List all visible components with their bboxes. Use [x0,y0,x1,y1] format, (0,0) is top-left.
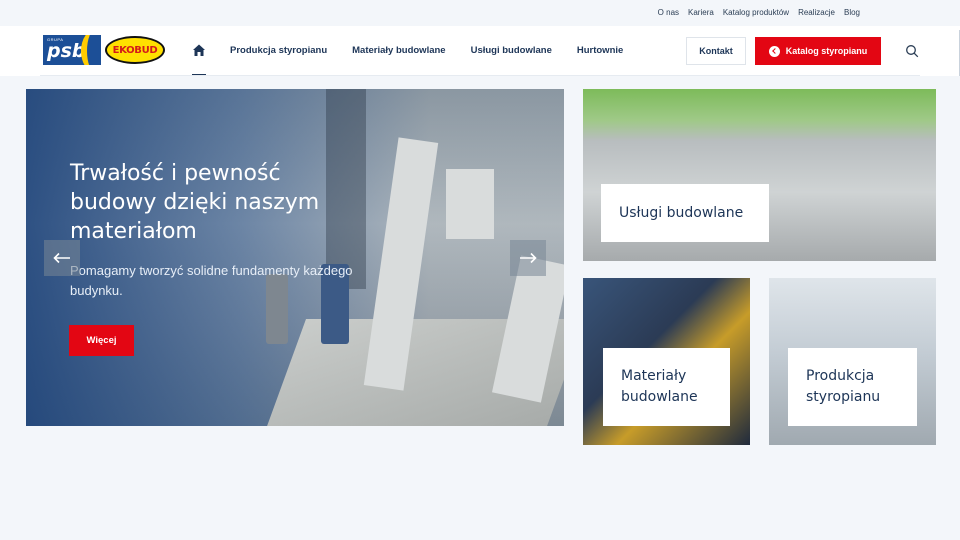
utility-links: O nas Kariera Katalog produktów Realizac… [658,8,860,17]
ekobud-logo-text: EKOBUD [112,44,158,56]
hero-image-pillar [446,169,494,239]
hero-more-button[interactable]: Więcej [69,325,134,356]
tile-produkcja-styropianu[interactable]: Produkcja styropianu [769,278,936,445]
psb-logo: GRUPA psb [43,35,101,65]
tile-materialy-budowlane[interactable]: Materiały budowlane [583,278,750,445]
arrow-left-icon [53,252,70,264]
nav-item-materialy-budowlane[interactable]: Materiały budowlane [352,45,445,56]
tile-materialy-label: Materiały budowlane [603,348,730,426]
psb-logo-text: psb [47,40,86,62]
tile-uslugi-budowlane[interactable]: Usługi budowlane [583,89,936,261]
psb-swoosh [81,35,101,65]
tile-produkcja-label: Produkcja styropianu [788,348,917,426]
home-icon[interactable] [192,43,206,57]
nav-item-uslugi-budowlane[interactable]: Usługi budowlane [471,45,552,56]
top-utility-bar: O nas Kariera Katalog produktów Realizac… [0,0,960,26]
link-katalog-produktow[interactable]: Katalog produktów [723,8,789,17]
contact-button[interactable]: Kontakt [686,37,746,65]
tile-uslugi-label: Usługi budowlane [601,184,769,242]
slider-prev-button[interactable] [44,240,80,276]
slider-next-button[interactable] [510,240,546,276]
catalog-button[interactable]: Katalog styropianu [755,37,881,65]
catalog-button-label: Katalog styropianu [785,46,868,56]
nav-item-produkcja-styropianu[interactable]: Produkcja styropianu [230,45,327,56]
ekobud-logo: EKOBUD [105,36,165,64]
link-o-nas[interactable]: O nas [658,8,679,17]
hero-subtitle: Pomagamy tworzyć solidne fundamenty każd… [70,263,353,298]
header-divider [40,75,920,76]
hero-title: Trwałość i pewność budowy dzięki naszym … [70,161,320,244]
nav-item-hurtownie[interactable]: Hurtownie [577,45,623,56]
link-realizacje[interactable]: Realizacje [798,8,835,17]
arrow-right-icon [520,252,537,264]
site-logo[interactable]: GRUPA psb EKOBUD [43,35,165,65]
link-blog[interactable]: Blog [844,8,860,17]
next-section [0,445,960,540]
main-nav: Produkcja styropianu Materiały budowlane… [230,45,623,56]
main-header: GRUPA psb EKOBUD Produkcja styropianu Ma… [0,26,960,76]
link-kariera[interactable]: Kariera [688,8,714,17]
hero-slider: Trwałość i pewność budowy dzięki naszym … [26,89,564,426]
search-icon[interactable] [905,44,919,58]
chevron-left-circle-icon [768,45,780,57]
